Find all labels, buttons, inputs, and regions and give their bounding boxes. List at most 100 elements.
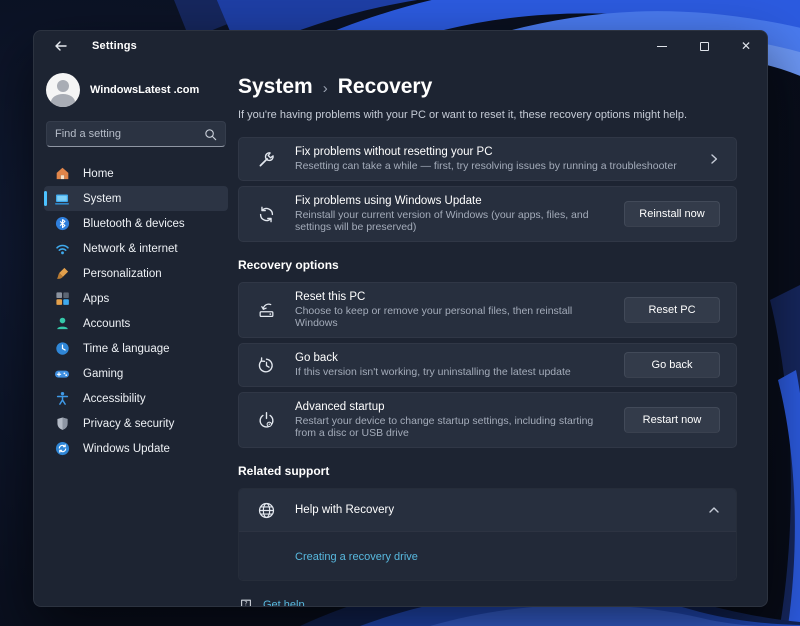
svg-text:?: ? bbox=[244, 600, 247, 606]
page-intro: If you're having problems with your PC o… bbox=[238, 109, 737, 121]
minimize-button[interactable] bbox=[641, 31, 683, 61]
bluetooth-icon bbox=[54, 216, 70, 232]
caption-controls: ✕ bbox=[641, 31, 767, 61]
sidebar-item-label: Personalization bbox=[83, 268, 162, 280]
card-description: Restart your device to change startup se… bbox=[295, 415, 606, 439]
windows-update-icon bbox=[54, 441, 70, 457]
restart-now-button[interactable]: Restart now bbox=[624, 407, 720, 433]
reset-pc-button[interactable]: Reset PC bbox=[624, 297, 720, 323]
user-account-row[interactable]: WindowsLatest .com bbox=[44, 67, 228, 119]
card-title: Advanced startup bbox=[295, 401, 606, 413]
card-title: Fix problems without resetting your PC bbox=[295, 146, 690, 158]
sidebar-item-apps[interactable]: Apps bbox=[44, 286, 228, 311]
sidebar-nav: Home System Bluetooth & devices bbox=[44, 161, 228, 461]
help-expander: Help with Recovery Creating a recovery d… bbox=[238, 488, 737, 581]
sidebar-item-label: Privacy & security bbox=[83, 418, 174, 430]
sidebar-item-accessibility[interactable]: Accessibility bbox=[44, 386, 228, 411]
chevron-up-icon bbox=[708, 504, 720, 516]
system-icon bbox=[54, 191, 70, 207]
history-icon bbox=[255, 354, 277, 376]
get-help-icon: ? bbox=[238, 597, 253, 606]
footer-link-label: Get help bbox=[263, 599, 305, 607]
wrench-icon bbox=[255, 148, 277, 170]
power-settings-icon bbox=[255, 409, 277, 431]
sidebar-item-network-internet[interactable]: Network & internet bbox=[44, 236, 228, 261]
card-description: If this version isn't working, try unins… bbox=[295, 366, 606, 378]
sidebar-item-gaming[interactable]: Gaming bbox=[44, 361, 228, 386]
search-input[interactable] bbox=[55, 128, 204, 140]
card-fix-windows-update: Fix problems using Windows Update Reinst… bbox=[238, 186, 737, 242]
card-fix-without-reset[interactable]: Fix problems without resetting your PC R… bbox=[238, 137, 737, 181]
go-back-button[interactable]: Go back bbox=[624, 352, 720, 378]
footer-links: ? Get help Give feedback bbox=[238, 597, 737, 606]
maximize-icon bbox=[700, 42, 709, 51]
reset-pc-icon bbox=[255, 299, 277, 321]
avatar bbox=[46, 73, 80, 107]
breadcrumb-separator-icon: › bbox=[323, 80, 328, 97]
sidebar-item-system[interactable]: System bbox=[44, 186, 228, 211]
sidebar-item-label: System bbox=[83, 193, 121, 205]
sidebar-item-personalization[interactable]: Personalization bbox=[44, 261, 228, 286]
privacy-shield-icon bbox=[54, 416, 70, 432]
settings-window: Settings ✕ WindowsLatest .com bbox=[33, 30, 768, 607]
help-expander-body: Creating a recovery drive bbox=[239, 531, 736, 580]
close-icon: ✕ bbox=[741, 39, 751, 53]
card-advanced-startup: Advanced startup Restart your device to … bbox=[238, 392, 737, 448]
sync-icon bbox=[255, 203, 277, 225]
section-heading-related-support: Related support bbox=[238, 464, 737, 478]
sidebar-item-time-language[interactable]: Time & language bbox=[44, 336, 228, 361]
card-title: Reset this PC bbox=[295, 291, 606, 303]
sidebar-item-label: Windows Update bbox=[83, 443, 170, 455]
sidebar-item-label: Accounts bbox=[83, 318, 130, 330]
page-title: Recovery bbox=[338, 75, 433, 99]
expander-title: Help with Recovery bbox=[295, 504, 690, 516]
recovery-drive-link[interactable]: Creating a recovery drive bbox=[295, 551, 418, 563]
accessibility-icon bbox=[54, 391, 70, 407]
search-box bbox=[46, 121, 226, 147]
globe-icon bbox=[255, 499, 277, 521]
network-wifi-icon bbox=[54, 241, 70, 257]
reinstall-now-button[interactable]: Reinstall now bbox=[624, 201, 720, 227]
time-language-icon bbox=[54, 341, 70, 357]
sidebar-item-windows-update[interactable]: Windows Update bbox=[44, 436, 228, 461]
window-title: Settings bbox=[92, 40, 137, 52]
help-expander-header[interactable]: Help with Recovery bbox=[239, 489, 736, 531]
accounts-icon bbox=[54, 316, 70, 332]
sidebar-item-label: Time & language bbox=[83, 343, 170, 355]
card-title: Go back bbox=[295, 352, 606, 364]
sidebar-item-privacy-security[interactable]: Privacy & security bbox=[44, 411, 228, 436]
breadcrumb: System › Recovery bbox=[238, 75, 737, 99]
home-icon bbox=[54, 166, 70, 182]
sidebar-item-label: Accessibility bbox=[83, 393, 146, 405]
sidebar-item-label: Apps bbox=[83, 293, 109, 305]
sidebar-item-label: Home bbox=[83, 168, 114, 180]
sidebar-item-bluetooth-devices[interactable]: Bluetooth & devices bbox=[44, 211, 228, 236]
titlebar: Settings ✕ bbox=[34, 31, 767, 61]
personalization-icon bbox=[54, 266, 70, 282]
get-help-link[interactable]: ? Get help bbox=[238, 597, 737, 606]
sidebar-item-home[interactable]: Home bbox=[44, 161, 228, 186]
search-icon bbox=[204, 128, 217, 141]
chevron-right-icon bbox=[708, 153, 720, 165]
close-button[interactable]: ✕ bbox=[725, 31, 767, 61]
sidebar-item-label: Gaming bbox=[83, 368, 123, 380]
sidebar: WindowsLatest .com Home bbox=[34, 61, 238, 606]
card-title: Fix problems using Windows Update bbox=[295, 195, 606, 207]
card-go-back: Go back If this version isn't working, t… bbox=[238, 343, 737, 387]
back-arrow-icon bbox=[54, 40, 68, 52]
maximize-button[interactable] bbox=[683, 31, 725, 61]
gaming-icon bbox=[54, 366, 70, 382]
back-button[interactable] bbox=[48, 36, 74, 56]
breadcrumb-parent[interactable]: System bbox=[238, 75, 313, 99]
section-heading-recovery-options: Recovery options bbox=[238, 258, 737, 272]
apps-icon bbox=[54, 291, 70, 307]
card-reset-this-pc: Reset this PC Choose to keep or remove y… bbox=[238, 282, 737, 338]
sidebar-item-accounts[interactable]: Accounts bbox=[44, 311, 228, 336]
minimize-icon bbox=[657, 46, 667, 47]
sidebar-item-label: Bluetooth & devices bbox=[83, 218, 185, 230]
card-description: Reinstall your current version of Window… bbox=[295, 209, 606, 233]
main-content: System › Recovery If you're having probl… bbox=[238, 61, 767, 606]
card-description: Choose to keep or remove your personal f… bbox=[295, 305, 606, 329]
sidebar-item-label: Network & internet bbox=[83, 243, 178, 255]
card-description: Resetting can take a while — first, try … bbox=[295, 160, 690, 172]
